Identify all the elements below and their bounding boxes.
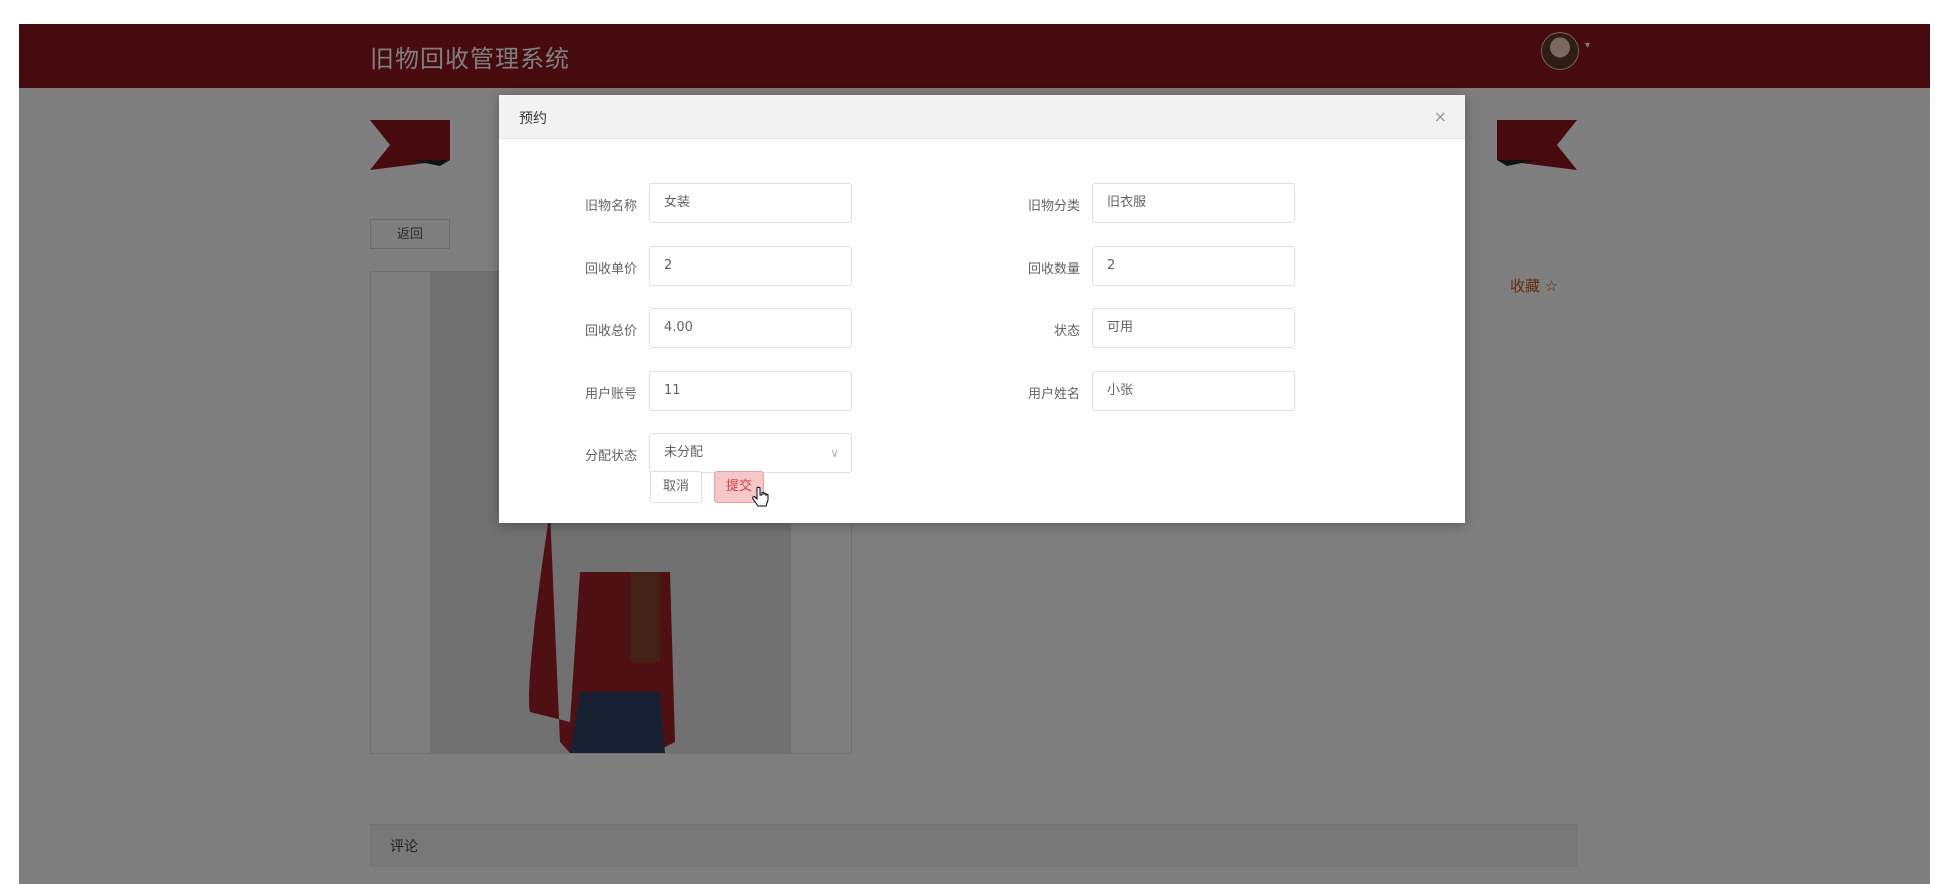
quantity-label: 回收数量: [1027, 262, 1080, 277]
dialog-title: 预约: [519, 111, 547, 127]
dialog-header: 预约 ×: [499, 95, 1465, 139]
user-account-input[interactable]: 11: [649, 371, 852, 411]
user-account-label: 用户账号: [584, 387, 637, 402]
item-category-input[interactable]: 旧衣服: [1092, 183, 1295, 223]
close-icon[interactable]: ×: [1434, 107, 1447, 126]
unit-price-input[interactable]: 2: [649, 246, 852, 286]
assign-status-label: 分配状态: [584, 449, 637, 464]
user-name-input[interactable]: 小张: [1092, 371, 1295, 411]
assign-status-value: 未分配: [664, 445, 704, 460]
reservation-dialog: 预约 × 旧物名称 女装 旧物分类 旧衣服 回收单价 2 回收数量 2 回收总价…: [499, 95, 1465, 523]
item-name-input[interactable]: 女装: [649, 183, 852, 223]
status-label: 状态: [1053, 324, 1080, 339]
assign-status-select[interactable]: 未分配 ∨: [649, 433, 852, 473]
total-price-label: 回收总价: [584, 324, 637, 339]
unit-price-label: 回收单价: [584, 262, 637, 277]
user-name-label: 用户姓名: [1027, 387, 1080, 402]
item-name-label: 旧物名称: [584, 199, 637, 214]
hand-pointer-icon: [752, 486, 769, 507]
item-category-label: 旧物分类: [1027, 199, 1080, 214]
app-window: 旧物回收管理系统 ▾ 返回 收藏 ☆ 评论 预约 × 旧物名称 女装: [19, 24, 1930, 884]
quantity-input[interactable]: 2: [1092, 246, 1295, 286]
cancel-button[interactable]: 取消: [650, 471, 702, 503]
chevron-down-icon: ∨: [830, 446, 839, 460]
status-input[interactable]: 可用: [1092, 308, 1295, 348]
total-price-input[interactable]: 4.00: [649, 308, 852, 348]
